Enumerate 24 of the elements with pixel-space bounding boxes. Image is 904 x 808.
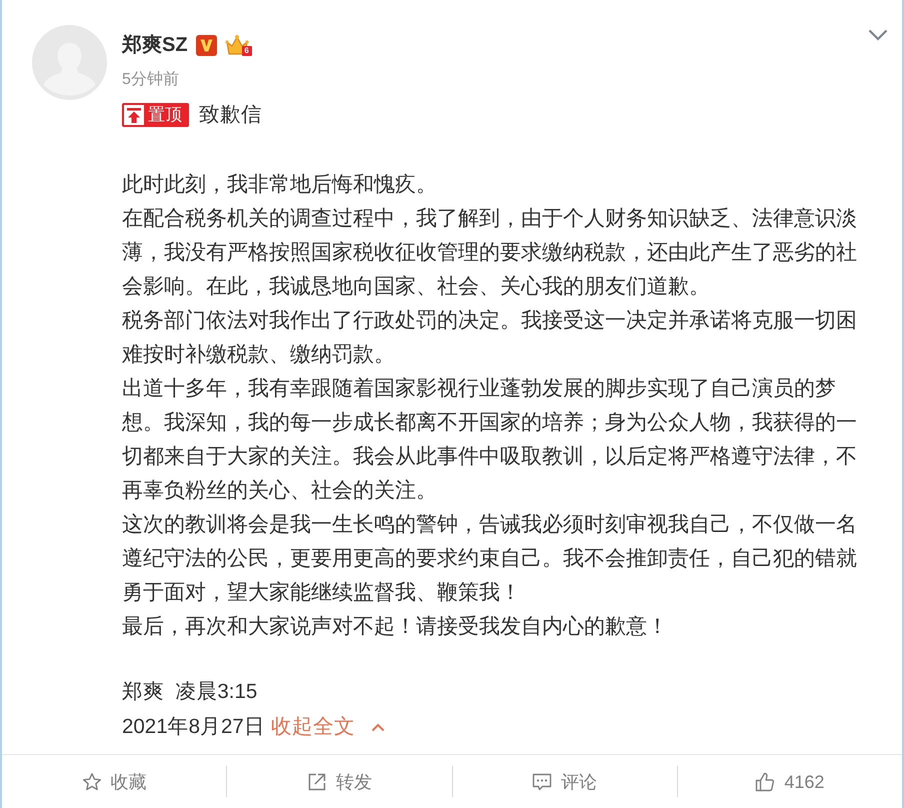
star-icon — [82, 772, 102, 792]
repost-button[interactable]: 转发 — [300, 766, 378, 798]
member-level: 6 — [242, 46, 252, 56]
like-button[interactable]: 4162 — [749, 766, 830, 798]
favorite-button[interactable]: 收藏 — [76, 766, 153, 798]
post-time: 5分钟前 — [122, 70, 179, 90]
share-icon — [306, 772, 327, 792]
chevron-down-icon[interactable] — [868, 29, 888, 41]
letter-paragraph: 最后，再次和大家说声对不起！请接受我发自内心的歉意！ — [122, 614, 669, 640]
pin-label: 置顶 — [148, 105, 182, 125]
post-title: 致歉信 — [199, 102, 262, 128]
signature-line: 郑爽 凌晨3:15 — [122, 679, 258, 705]
letter-paragraph: 出道十多年，我有幸跟随着国家影视行业蓬勃发展的脚步实现了自己演员的梦想。我深知，我的每一步成长都离不开国家的培养；身为公众人物，我获得的一切都来自于大家的关注。我会从此事件中吸取教训，以后定将严格遵守法律，不再辜负粉丝的关心、社会的关注。 — [122, 376, 857, 504]
caret-up-icon — [370, 722, 385, 732]
user-name[interactable]: 郑爽SZ — [122, 32, 188, 58]
thumbs-up-icon — [755, 772, 776, 792]
letter-paragraph: 在配合税务机关的调查过程中，我了解到，由于个人财务知识缺乏、法律意识淡薄，我没有严格按照国家税收征收管理的要求缴纳税款，还由此产生了恶劣的社会影响。在此，我诚恳地向国家、社会、关心我的朋友们道歉。 — [122, 206, 857, 300]
letter-paragraph: 这次的教训将会是我一生长鸣的警钟，告诫我必须时刻审视我自己，不仅做一名遵纪守法的公民，更要用更高的要求约束自己。我不会推卸责任，自己犯的错就勇于面对，望大家能继续监督我、鞭策我！ — [122, 512, 857, 606]
comment-icon — [532, 772, 552, 792]
letter-paragraph: 税务部门依法对我作出了行政处罚的决定。我接受这一决定并承诺将克服一切困难按时补缴税款、缴纳罚款。 — [122, 308, 857, 368]
post-date: 2021年8月27日 — [122, 714, 265, 740]
letter-paragraph: 此时此刻，我非常地后悔和愧疚。 — [122, 172, 438, 198]
comment-button[interactable]: 评论 — [526, 766, 604, 798]
collapse-link[interactable]: 收起全文 — [270, 710, 385, 744]
